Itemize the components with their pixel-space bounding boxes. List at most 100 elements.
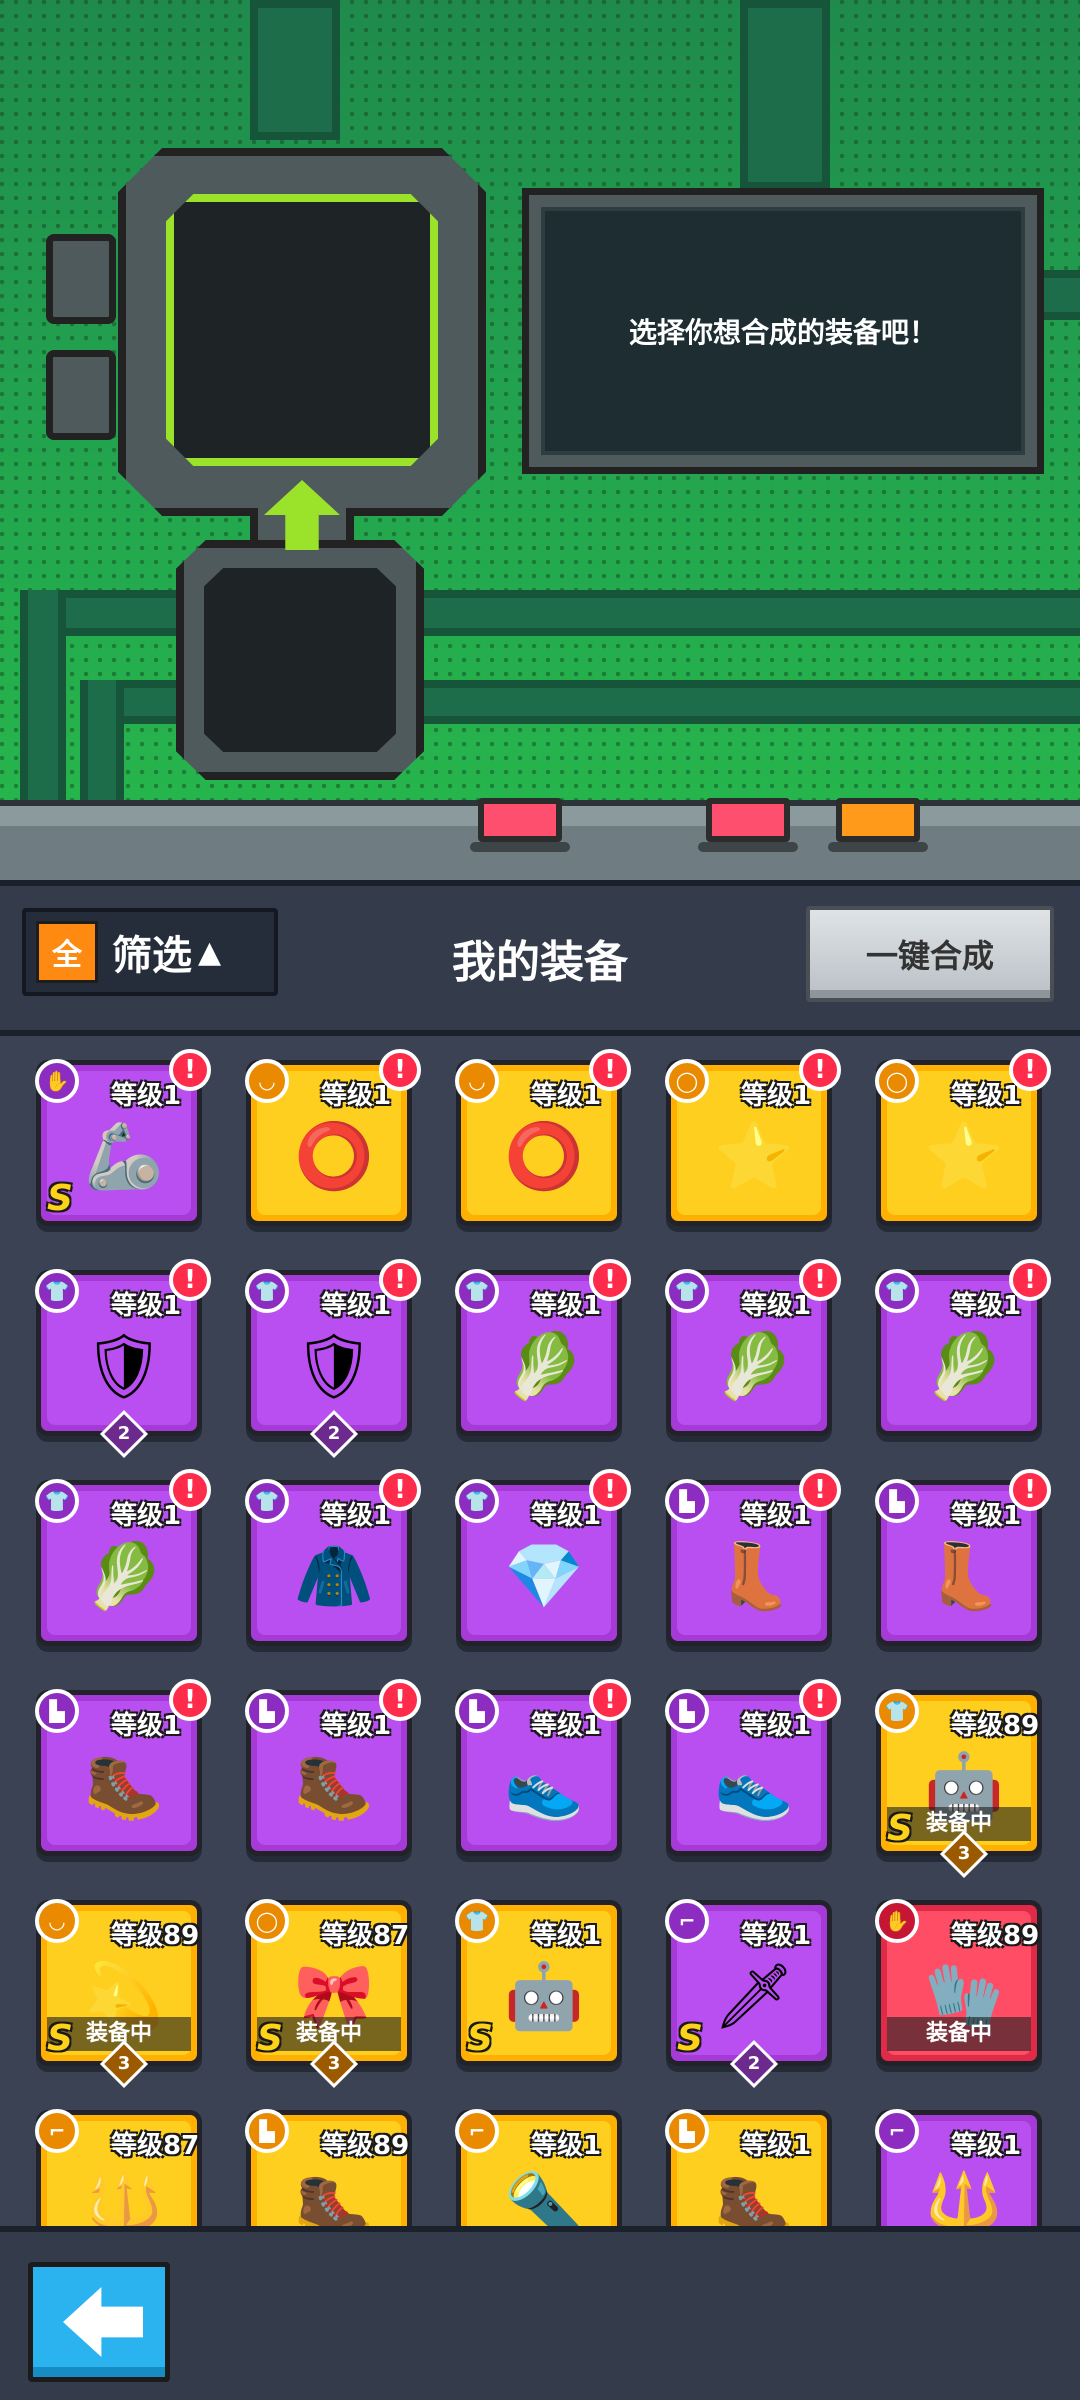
armor-icon: 👕 [665,1269,709,1313]
level-label: 等级89 [951,1921,1040,1951]
level-label: 等级1 [531,2131,602,2161]
level-label: 等级1 [321,1711,392,1741]
alert-badge-icon: ! [799,1259,841,1301]
item-art-icon: 🥾 [294,2170,374,2226]
equipment-card[interactable]: 👕 等级1 🥬! [665,1259,841,1436]
star-count-value: 3 [117,2053,131,2074]
pipe [250,0,340,140]
one-click-merge-button[interactable]: 一键合成 [806,906,1054,1002]
equipment-card[interactable]: ▙ 等级89 🥾 [245,2109,412,2226]
equipment-card[interactable]: ✋ 等级89 🧤 装备中 [875,1899,1042,2066]
necklace-icon: ◡ [35,1899,79,1943]
necklace-icon: ◡ [455,1059,499,1103]
item-art-icon: 🛡 [293,1330,375,1404]
armor-icon: 👕 [875,1689,919,1733]
equipment-card[interactable]: ▙ 等级1 🥾 [665,2109,832,2226]
rank-badge: S [677,2018,703,2059]
item-art-icon: 👟 [714,1750,794,1824]
star-count-badge: 2 [309,1409,359,1459]
glove-icon: ✋ [875,1899,919,1943]
equipment-card[interactable]: 👕 等级1 🛡! 2 [35,1259,211,1459]
item-art-icon: 🗡 [713,1960,795,2034]
equipment-card[interactable]: ✋ 等级1 🦾! S [35,1049,211,1226]
level-label: 等级1 [531,1291,602,1321]
alert-badge-icon: ! [1009,1049,1051,1091]
item-art-icon: 🥾 [714,2170,794,2226]
equipment-card[interactable]: 👕 等级1 🧥! [245,1469,421,1646]
glove-icon: ✋ [35,1059,79,1103]
console-button-red [698,798,798,852]
boots-icon: ▙ [35,1689,79,1733]
equipment-card[interactable]: 👕 等级1 🥬! [35,1469,211,1646]
result-slot[interactable] [166,194,438,466]
rank-badge: S [257,2018,283,2059]
equipment-card[interactable]: 👕 等级1 🥬! [455,1259,631,1436]
pipe [740,0,830,190]
equipment-card[interactable]: ◡ 等级89 💫 装备中 S 3 [35,1899,202,2089]
level-label: 等级1 [111,1081,182,1111]
item-art-icon: 💎 [504,1540,584,1614]
belt-icon: ◯ [665,1059,709,1103]
alert-badge-icon: ! [589,1049,631,1091]
item-art-icon: 🥬 [924,1330,1004,1404]
equipment-card[interactable]: ◡ 等级1 ⭕! [245,1049,421,1226]
equipment-card[interactable]: ▙ 等级1 🥾! [245,1679,421,1856]
item-art-icon: 👢 [714,1540,794,1614]
gun-icon: ⌐ [875,2109,919,2153]
level-label: 等级87 [321,1921,410,1951]
equipment-card[interactable]: ▙ 等级1 👟! [455,1679,631,1856]
equipment-card[interactable]: ◯ 等级1 ⭐! [875,1049,1051,1226]
equipment-card[interactable]: ⌐ 等级1 🗡 S 2 [665,1899,832,2089]
equipment-card[interactable]: ⌐ 等级1 🔱 [875,2109,1042,2226]
alert-badge-icon: ! [589,1259,631,1301]
alert-badge-icon: ! [1009,1469,1051,1511]
alert-badge-icon: ! [169,1469,211,1511]
level-label: 等级1 [531,1081,602,1111]
equipment-card[interactable]: ⌐ 等级87 🔱 [35,2109,202,2226]
level-label: 等级89 [111,1921,200,1951]
item-art-icon: 🥾 [84,1750,164,1824]
boots-icon: ▙ [665,1689,709,1733]
equipment-card[interactable]: 👕 等级89 🤖 装备中 S 3 [875,1689,1042,1879]
boots-icon: ▙ [875,1479,919,1523]
equipment-card[interactable]: 👕 等级1 🛡! 2 [245,1259,421,1459]
material-slot[interactable] [204,568,396,752]
equipment-card[interactable]: ▙ 等级1 👢! [665,1469,841,1646]
item-art-icon: 🥬 [504,1330,584,1404]
item-art-icon: 🥾 [294,1750,374,1824]
equipment-card[interactable]: ▙ 等级1 👢! [875,1469,1051,1646]
level-label: 等级1 [741,1081,812,1111]
item-art-icon: 🥬 [714,1330,794,1404]
equipment-card[interactable]: ◡ 等级1 ⭕! [455,1049,631,1226]
level-label: 等级1 [531,1921,602,1951]
equipment-card[interactable]: ⌐ 等级1 🔦 [455,2109,622,2226]
equipment-card[interactable]: 👕 等级1 💎! [455,1469,631,1646]
item-art-icon: 🥬 [84,1540,164,1614]
equipment-card[interactable]: ▙ 等级1 🥾! [35,1679,211,1856]
level-label: 等级1 [741,2131,812,2161]
armor-icon: 👕 [455,1269,499,1313]
alert-badge-icon: ! [799,1049,841,1091]
item-art-icon: ⭕ [294,1120,374,1194]
equipment-card[interactable]: 👕 等级1 🤖 S [455,1899,622,2066]
item-art-icon: ⭐ [714,1120,794,1194]
level-label: 等级1 [321,1081,392,1111]
star-count-value: 3 [957,1843,971,1864]
back-button[interactable] [28,2262,170,2382]
level-label: 等级1 [321,1501,392,1531]
boots-icon: ▙ [665,2109,709,2153]
message-text: 选择你想合成的装备吧！ [541,207,1025,455]
equipment-card[interactable]: ▙ 等级1 👟! [665,1679,841,1856]
alert-badge-icon: ! [379,1679,421,1721]
alert-badge-icon: ! [799,1469,841,1511]
level-label: 等级1 [741,1291,812,1321]
equipment-card[interactable]: ◯ 等级87 🎀 装备中 S 3 [245,1899,412,2089]
armor-icon: 👕 [875,1269,919,1313]
item-art-icon: ⭕ [504,1120,584,1194]
level-label: 等级1 [951,1081,1022,1111]
alert-badge-icon: ! [379,1259,421,1301]
armor-icon: 👕 [35,1479,79,1523]
equipment-card[interactable]: 👕 等级1 🥬! [875,1259,1051,1436]
star-count-value: 3 [327,2053,341,2074]
equipment-card[interactable]: ◯ 等级1 ⭐! [665,1049,841,1226]
